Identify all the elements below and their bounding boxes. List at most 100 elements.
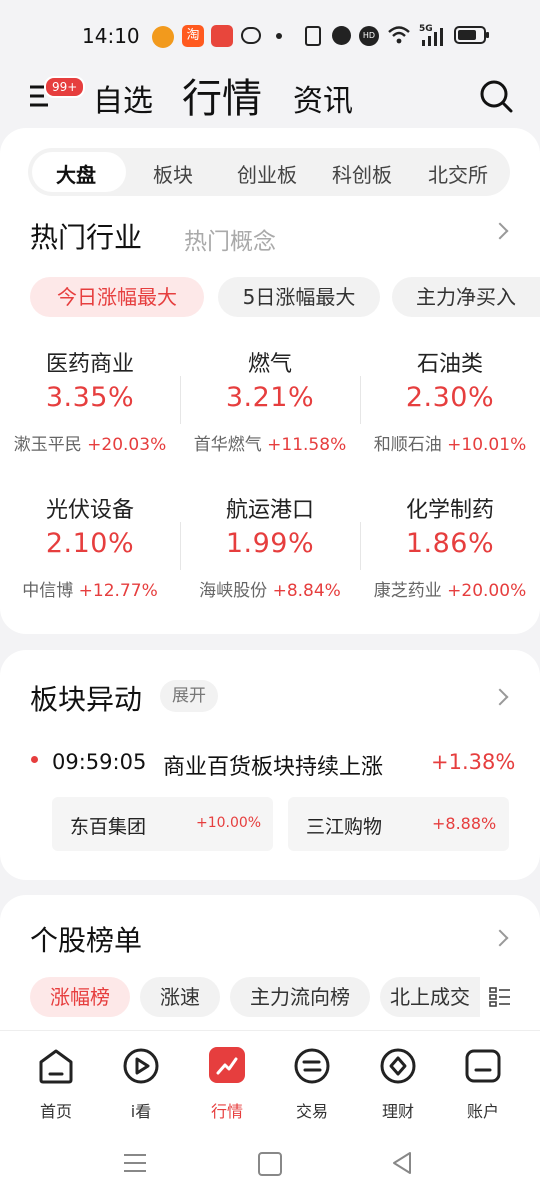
hot-industry-card: 大盘 板块 创业板 科创板 北交所 热门行业 热门概念 今日涨幅最大 5日涨幅最… — [0, 128, 540, 634]
alert-pct: +1.38% — [431, 750, 516, 774]
nav-iwatch[interactable]: i看 — [96, 1040, 186, 1121]
hot-concept-title[interactable]: 热门概念 — [184, 222, 276, 256]
wifi-icon — [388, 26, 410, 44]
diamond-icon — [380, 1048, 416, 1084]
filter-5day-top[interactable]: 5日涨幅最大 — [218, 277, 380, 317]
tab-northbound[interactable]: 北上成交 — [380, 977, 480, 1017]
signal-icon — [422, 28, 443, 46]
chevron-right-icon[interactable] — [491, 222, 509, 240]
play-circle-icon — [123, 1048, 159, 1084]
nav-label: 账户 — [466, 1102, 499, 1121]
filter-net-inflow[interactable]: 主力净买入 — [392, 277, 540, 317]
nav-market[interactable]: 行情 — [182, 1040, 272, 1121]
industry-tile[interactable]: 化学制药 1.86% 康芝药业 +20.00% — [360, 484, 540, 604]
leading-stock: 中信博 +12.77% — [22, 581, 158, 601]
leading-stock: 海峡股份 +8.84% — [199, 581, 341, 601]
filter-today-top[interactable]: 今日涨幅最大 — [30, 277, 204, 317]
industry-name: 化学制药 — [405, 498, 494, 523]
tab-main-flow[interactable]: 主力流向榜 — [230, 977, 370, 1017]
tab-top-gainers[interactable]: 涨幅榜 — [30, 977, 130, 1017]
nav-label: 行情 — [210, 1102, 243, 1121]
list-grid-icon — [489, 987, 510, 1007]
home-square-icon[interactable] — [258, 1152, 282, 1176]
nav-label: i看 — [130, 1102, 152, 1121]
nav-label: 首页 — [39, 1102, 72, 1121]
industry-pct: 1.99% — [225, 528, 315, 559]
alert-stock-chip[interactable]: 三江购物 +8.88% — [288, 797, 509, 851]
tab-sectors[interactable]: 板块 — [153, 159, 193, 188]
market-segment-tabs: 大盘 板块 创业板 科创板 北交所 — [28, 148, 510, 196]
tab-market[interactable]: 行情 — [182, 66, 262, 124]
market-trend-icon — [209, 1047, 245, 1083]
industry-name: 燃气 — [247, 352, 292, 377]
alert-time: 09:59:05 — [52, 750, 147, 774]
menu-button[interactable]: 99+ — [28, 76, 86, 112]
tab-bse[interactable]: 北交所 — [428, 159, 488, 188]
industry-tile[interactable]: 光伏设备 2.10% 中信博 +12.77% — [0, 484, 180, 604]
nav-label: 交易 — [295, 1102, 328, 1121]
industry-name: 光伏设备 — [45, 498, 134, 523]
industry-pct: 3.21% — [225, 382, 315, 413]
nav-label: 理财 — [381, 1102, 414, 1121]
stock-pct: +10.00% — [196, 815, 262, 831]
industry-tile[interactable]: 医药商业 3.35% 漱玉平民 +20.03% — [0, 338, 180, 458]
exchange-icon — [294, 1048, 330, 1084]
industry-pct: 1.86% — [405, 528, 495, 559]
leading-stock: 和顺石油 +10.01% — [373, 435, 527, 455]
nav-home[interactable]: 首页 — [11, 1040, 101, 1121]
status-time: 14:10 — [82, 24, 140, 48]
weibo-notification-icon — [211, 25, 233, 47]
grid-menu-button[interactable] — [480, 977, 540, 1017]
stock-name: 东百集团 — [70, 816, 147, 838]
nav-trade[interactable]: 交易 — [267, 1040, 357, 1121]
industry-name: 医药商业 — [45, 352, 134, 377]
ranking-title: 个股榜单 — [30, 924, 143, 957]
expand-button[interactable]: 展开 — [160, 680, 218, 712]
leading-stock: 漱玉平民 +20.03% — [13, 435, 167, 455]
recents-menu-icon[interactable] — [122, 1150, 148, 1176]
industry-pct: 2.10% — [45, 528, 135, 559]
industry-name: 航运港口 — [225, 498, 314, 523]
app-notification-icon — [152, 26, 174, 48]
tab-chinext[interactable]: 创业板 — [237, 159, 297, 188]
system-nav-bar — [0, 1130, 540, 1200]
industry-pct: 2.30% — [405, 382, 495, 413]
more-notifications-dot — [276, 33, 282, 39]
chevron-right-icon[interactable] — [491, 929, 509, 947]
status-bar: 14:10 淘 HD 5G — [0, 0, 540, 70]
nav-wealth[interactable]: 理财 — [353, 1040, 443, 1121]
industry-tile[interactable]: 石油类 2.30% 和顺石油 +10.01% — [360, 338, 540, 458]
industry-name: 石油类 — [416, 352, 483, 377]
sector-alert-card: 板块异动 展开 09:59:05 商业百货板块持续上涨 +1.38% 东百集团 … — [0, 650, 540, 880]
alert-dot — [31, 756, 38, 763]
stock-ranking-card: 个股榜单 涨幅榜 涨速 主力流向榜 北上成交 — [0, 895, 540, 1035]
taobao-notification-icon: 淘 — [182, 25, 204, 47]
alert-stock-chip[interactable]: 东百集团 +10.00% — [52, 797, 273, 851]
industry-tile[interactable]: 航运港口 1.99% 海峡股份 +8.84% — [180, 484, 360, 604]
industry-tile[interactable]: 燃气 3.21% 首华燃气 +11.58% — [180, 338, 360, 458]
tab-watchlist[interactable]: 自选 — [93, 76, 153, 120]
stock-name: 三江购物 — [306, 816, 383, 838]
battery-icon — [454, 26, 489, 44]
tab-index[interactable]: 大盘 — [56, 159, 96, 188]
alarm-icon — [332, 26, 351, 45]
stock-pct: +8.88% — [432, 814, 497, 833]
leading-stock: 首华燃气 +11.58% — [193, 435, 347, 455]
home-icon — [39, 1049, 73, 1084]
wechat-notification-icon — [241, 27, 261, 44]
notification-badge: 99+ — [44, 76, 86, 98]
hot-industry-title[interactable]: 热门行业 — [30, 216, 142, 256]
alert-headline[interactable]: 商业百货板块持续上涨 — [163, 749, 383, 781]
nfc-icon — [305, 26, 321, 46]
account-icon — [465, 1049, 501, 1083]
industry-pct: 3.35% — [45, 382, 135, 413]
back-triangle-icon[interactable] — [390, 1150, 414, 1176]
search-icon[interactable] — [478, 78, 514, 114]
tab-fast-rise[interactable]: 涨速 — [140, 977, 220, 1017]
chevron-right-icon[interactable] — [491, 688, 509, 706]
sector-alert-title: 板块异动 — [30, 683, 143, 716]
hd-icon: HD — [359, 26, 379, 46]
tab-news[interactable]: 资讯 — [293, 76, 353, 120]
tab-star-market[interactable]: 科创板 — [332, 159, 392, 188]
nav-account[interactable]: 账户 — [438, 1040, 528, 1121]
